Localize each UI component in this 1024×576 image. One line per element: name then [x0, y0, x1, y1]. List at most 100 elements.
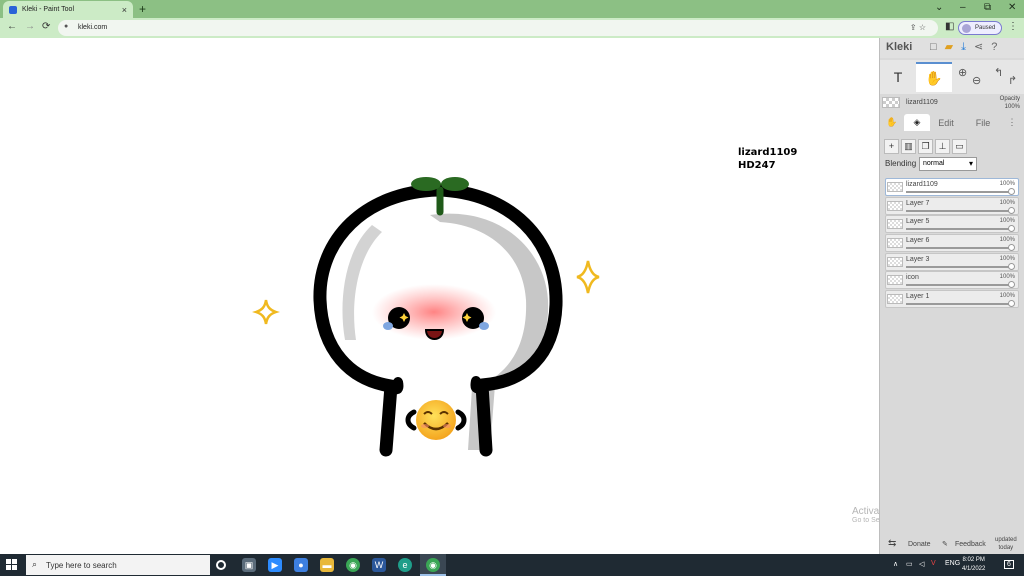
blending-select[interactable]: normal ▾: [919, 157, 977, 171]
chrome-icon[interactable]: ◉: [346, 558, 360, 572]
active-chrome-window[interactable]: ◉: [420, 554, 446, 576]
tab-file[interactable]: File: [966, 114, 1000, 131]
search-placeholder: Type here to search: [46, 561, 117, 570]
signature: lizard1109 HD247: [738, 146, 797, 172]
cortana-icon[interactable]: [216, 560, 226, 570]
layer-item[interactable]: Layer 3 100%: [885, 252, 1019, 271]
browser-tab[interactable]: Kleki - Paint Tool ×: [3, 1, 133, 18]
duplicate-layer-icon[interactable]: ❐: [918, 139, 933, 154]
opacity-value: 100%: [1004, 104, 1020, 110]
tab-edit[interactable]: Edit: [932, 114, 960, 131]
restore-button[interactable]: ⧉: [984, 2, 991, 13]
tool-bar: T ✋ ⊕ ⊖ ↰ ↱: [880, 60, 1024, 94]
tab-layers-icon[interactable]: ◈: [904, 114, 930, 131]
signature-id: HD247: [738, 160, 776, 171]
undo-icon[interactable]: ↰: [994, 66, 1003, 79]
tab-more-icon[interactable]: ⋮: [1004, 114, 1020, 131]
profile-button[interactable]: Paused: [958, 21, 1002, 35]
antivirus-icon[interactable]: V: [931, 560, 936, 567]
volume-icon[interactable]: ◁: [919, 560, 924, 568]
character-shadow-left: [342, 225, 382, 340]
layer-opacity-slider[interactable]: [906, 209, 1012, 212]
layer-thumbnail: [887, 294, 903, 305]
opacity-readout[interactable]: Opacity 100%: [1000, 95, 1020, 111]
smiley-face: [416, 400, 456, 440]
rename-layer-icon[interactable]: ▭: [952, 139, 967, 154]
avatar: [962, 24, 971, 33]
task-view-icon[interactable]: ▣: [242, 558, 256, 572]
layer-thumbnail: [887, 200, 903, 211]
chat-app-icon[interactable]: ●: [294, 558, 308, 572]
zoom-app-icon[interactable]: ▶: [268, 558, 282, 572]
kleki-logo[interactable]: Kleki: [886, 41, 912, 53]
network-icon[interactable]: ▭: [906, 560, 913, 568]
layer-opacity-handle[interactable]: [1008, 281, 1015, 289]
layer-item[interactable]: Layer 7 100%: [885, 196, 1019, 215]
layer-opacity-handle[interactable]: [1008, 225, 1015, 233]
drawing-canvas[interactable]: lizard1109 HD247: [0, 38, 879, 554]
tab-hand-icon[interactable]: ✋: [882, 114, 902, 131]
notification-icon[interactable]: 6: [1004, 560, 1014, 569]
layer-opacity-slider[interactable]: [906, 284, 1012, 287]
hand-tool-icon[interactable]: ✋: [916, 62, 952, 92]
left-hand: [405, 409, 417, 431]
minimize-button[interactable]: ‒: [960, 2, 966, 13]
swap-icon[interactable]: ⇆: [888, 538, 896, 549]
share-icon[interactable]: ⋖: [974, 41, 991, 53]
text-tool-icon[interactable]: T: [880, 62, 916, 92]
download-icon[interactable]: ⤓: [961, 41, 974, 53]
delete-layer-icon[interactable]: ▥: [901, 139, 916, 154]
address-bar[interactable]: ● kleki.com ⇪ ☆: [58, 20, 938, 36]
forward-button[interactable]: →: [25, 21, 35, 32]
header-actions[interactable]: □▰⤓⋖?: [930, 40, 1005, 54]
new-image-icon[interactable]: □: [930, 41, 945, 53]
layer-item[interactable]: lizard1109 100%: [885, 178, 1019, 196]
word-icon[interactable]: W: [372, 558, 386, 572]
layer-opacity-handle[interactable]: [1008, 188, 1015, 195]
feedback-link[interactable]: Feedback: [955, 541, 986, 548]
layer-item[interactable]: icon 100%: [885, 271, 1019, 290]
language-indicator[interactable]: ENG: [945, 560, 960, 567]
tab-close-icon[interactable]: ×: [122, 5, 127, 15]
layer-opacity-handle[interactable]: [1008, 244, 1015, 252]
layer-opacity: 100%: [999, 237, 1015, 244]
system-clock[interactable]: 8:02 PM 4/1/2022: [962, 556, 985, 574]
layer-thumbnail: [887, 275, 903, 286]
reload-button[interactable]: ⟳: [42, 21, 50, 32]
taskbar-search[interactable]: ⌕ Type here to search: [26, 555, 210, 575]
layer-item[interactable]: Layer 5 100%: [885, 215, 1019, 234]
zoom-out-icon[interactable]: ⊖: [972, 74, 981, 87]
open-folder-icon[interactable]: ▰: [945, 41, 961, 53]
file-explorer-icon[interactable]: ▬: [320, 558, 334, 572]
layer-name: Layer 6: [906, 237, 930, 245]
add-layer-icon[interactable]: +: [884, 139, 899, 154]
new-tab-button[interactable]: +: [139, 2, 146, 16]
layer-item[interactable]: Layer 1 100%: [885, 290, 1019, 309]
close-window-button[interactable]: ✕: [1008, 2, 1016, 13]
layer-opacity-handle[interactable]: [1008, 206, 1015, 214]
edge-icon[interactable]: e: [398, 558, 412, 572]
layer-opacity-slider[interactable]: [906, 265, 1012, 268]
zoom-in-icon[interactable]: ⊕: [958, 66, 967, 79]
clock-date: 4/1/2022: [962, 566, 986, 572]
layer-opacity-slider[interactable]: [906, 228, 1012, 231]
update-status[interactable]: updated today: [995, 536, 1017, 552]
help-icon[interactable]: ?: [991, 41, 1005, 53]
layer-opacity-slider[interactable]: [906, 303, 1012, 306]
bookmark-star-icon[interactable]: ⇪ ☆: [910, 23, 926, 32]
donate-link[interactable]: Donate: [908, 541, 931, 548]
merge-layer-icon[interactable]: ⊥: [935, 139, 950, 154]
layer-opacity-slider[interactable]: [906, 247, 1012, 250]
redo-icon[interactable]: ↱: [1008, 74, 1017, 87]
opacity-label: Opacity: [999, 96, 1020, 102]
layer-opacity-slider[interactable]: [906, 191, 1012, 193]
side-panel-icon[interactable]: ◧: [945, 21, 954, 32]
tab-search-icon[interactable]: ⌄: [935, 2, 943, 13]
back-button[interactable]: ←: [7, 21, 17, 32]
start-button[interactable]: [6, 559, 17, 570]
layer-item[interactable]: Layer 6 100%: [885, 234, 1019, 253]
browser-menu-icon[interactable]: ⋮: [1008, 21, 1018, 32]
layer-opacity-handle[interactable]: [1008, 300, 1015, 308]
layer-opacity-handle[interactable]: [1008, 262, 1015, 270]
tray-chevron-icon[interactable]: ∧: [893, 560, 898, 568]
